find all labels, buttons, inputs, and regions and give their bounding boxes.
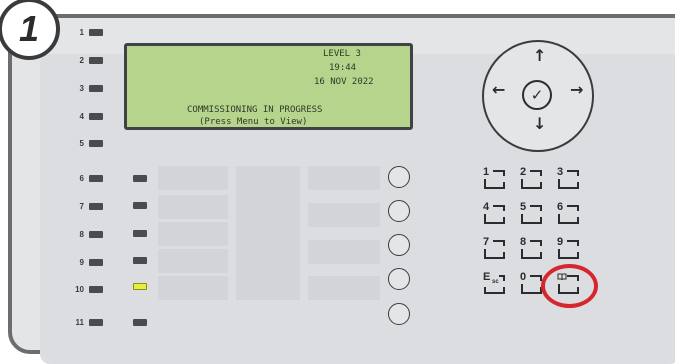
confirm-button[interactable]: ✓ xyxy=(522,80,552,110)
function-led xyxy=(133,319,147,326)
function-button[interactable] xyxy=(388,234,410,256)
navigation-pad: ↑ ↓ ← → ✓ xyxy=(482,40,594,152)
zone-row: 7 xyxy=(62,200,103,212)
zone-number: 6 xyxy=(79,173,84,183)
zone-number: 2 xyxy=(79,55,84,65)
zone-led xyxy=(89,56,103,64)
arrow-right-icon[interactable]: → xyxy=(570,80,583,99)
zone-number: 7 xyxy=(79,201,84,211)
key-9[interactable]: 9 xyxy=(557,236,580,260)
zone-number: 9 xyxy=(79,257,84,267)
lcd-date: 16 NOV 2022 xyxy=(314,77,374,87)
function-button[interactable] xyxy=(388,303,410,325)
zone-number: 8 xyxy=(79,229,84,239)
key-esc[interactable]: Esc xyxy=(483,271,506,295)
zone-row: 2 xyxy=(62,54,103,66)
label-slot xyxy=(308,240,380,264)
key-1[interactable]: 1 xyxy=(483,166,506,190)
zone-led xyxy=(89,174,103,182)
zone-led xyxy=(89,112,103,120)
label-slot xyxy=(158,222,228,246)
key-label: 6 xyxy=(557,201,564,213)
zone-led xyxy=(89,84,103,92)
label-slot xyxy=(308,203,380,227)
key-label: 5 xyxy=(520,201,527,213)
zone-row: 5 xyxy=(62,137,103,149)
key-label: 3 xyxy=(557,166,564,178)
zone-row: 6 xyxy=(62,172,103,184)
arrow-left-icon[interactable]: ← xyxy=(492,80,505,99)
zone-number: 4 xyxy=(79,111,84,121)
key-label: E xyxy=(483,271,491,283)
zone-led xyxy=(89,28,103,36)
function-button[interactable] xyxy=(388,268,410,290)
key-3[interactable]: 3 xyxy=(557,166,580,190)
zone-number: 1 xyxy=(79,27,84,37)
lcd-display: LEVEL 3 19:44 16 NOV 2022 COMMISSIONING … xyxy=(124,43,413,130)
key-5[interactable]: 5 xyxy=(520,201,543,225)
key-label: 4 xyxy=(483,201,490,213)
key-6[interactable]: 6 xyxy=(557,201,580,225)
zone-led xyxy=(89,258,103,266)
function-led xyxy=(133,202,147,209)
lcd-status: COMMISSIONING IN PROGRESS xyxy=(187,105,323,115)
key-label: 8 xyxy=(520,236,527,248)
key-label: 1 xyxy=(483,166,490,178)
key-7[interactable]: 7 xyxy=(483,236,506,260)
label-slot xyxy=(158,276,228,300)
key-label: 7 xyxy=(483,236,490,248)
function-button[interactable] xyxy=(388,166,410,188)
function-button[interactable] xyxy=(388,200,410,222)
zone-number: 11 xyxy=(75,317,84,327)
key-label: 2 xyxy=(520,166,527,178)
lcd-hint: (Press Menu to View) xyxy=(199,117,308,127)
function-led xyxy=(133,257,147,264)
zone-row: 1 xyxy=(62,26,103,38)
zone-row: 8 xyxy=(62,228,103,240)
zone-led xyxy=(89,139,103,147)
label-slot xyxy=(158,166,228,190)
function-led-active xyxy=(133,283,147,290)
zone-number: 10 xyxy=(75,284,84,294)
label-slot xyxy=(308,166,380,190)
zone-row: 9 xyxy=(62,256,103,268)
arrow-down-icon[interactable]: ↓ xyxy=(533,114,546,133)
label-slot xyxy=(158,249,228,273)
highlight-ring xyxy=(541,264,598,308)
function-led xyxy=(133,230,147,237)
key-label: 9 xyxy=(557,236,564,248)
lcd-time: 19:44 xyxy=(329,63,357,73)
zone-row: 4 xyxy=(62,110,103,122)
zone-row: 11 xyxy=(62,316,103,328)
function-led xyxy=(133,175,147,182)
check-icon: ✓ xyxy=(530,86,544,104)
key-8[interactable]: 8 xyxy=(520,236,543,260)
zone-row: 10 xyxy=(62,283,103,295)
zone-led xyxy=(89,230,103,238)
key-sublabel: sc xyxy=(492,279,499,285)
zone-led xyxy=(89,202,103,210)
lcd-level: LEVEL 3 xyxy=(323,49,361,59)
key-4[interactable]: 4 xyxy=(483,201,506,225)
label-slot xyxy=(236,166,300,300)
zone-row: 3 xyxy=(62,82,103,94)
label-slot xyxy=(158,195,228,219)
arrow-up-icon[interactable]: ↑ xyxy=(533,46,546,65)
key-label: 0 xyxy=(520,271,527,283)
zone-number: 3 xyxy=(79,83,84,93)
key-0[interactable]: 0 xyxy=(520,271,543,295)
zone-led xyxy=(89,318,103,326)
key-2[interactable]: 2 xyxy=(520,166,543,190)
zone-number: 5 xyxy=(79,138,84,148)
zone-led xyxy=(89,285,103,293)
label-slot xyxy=(308,276,380,300)
